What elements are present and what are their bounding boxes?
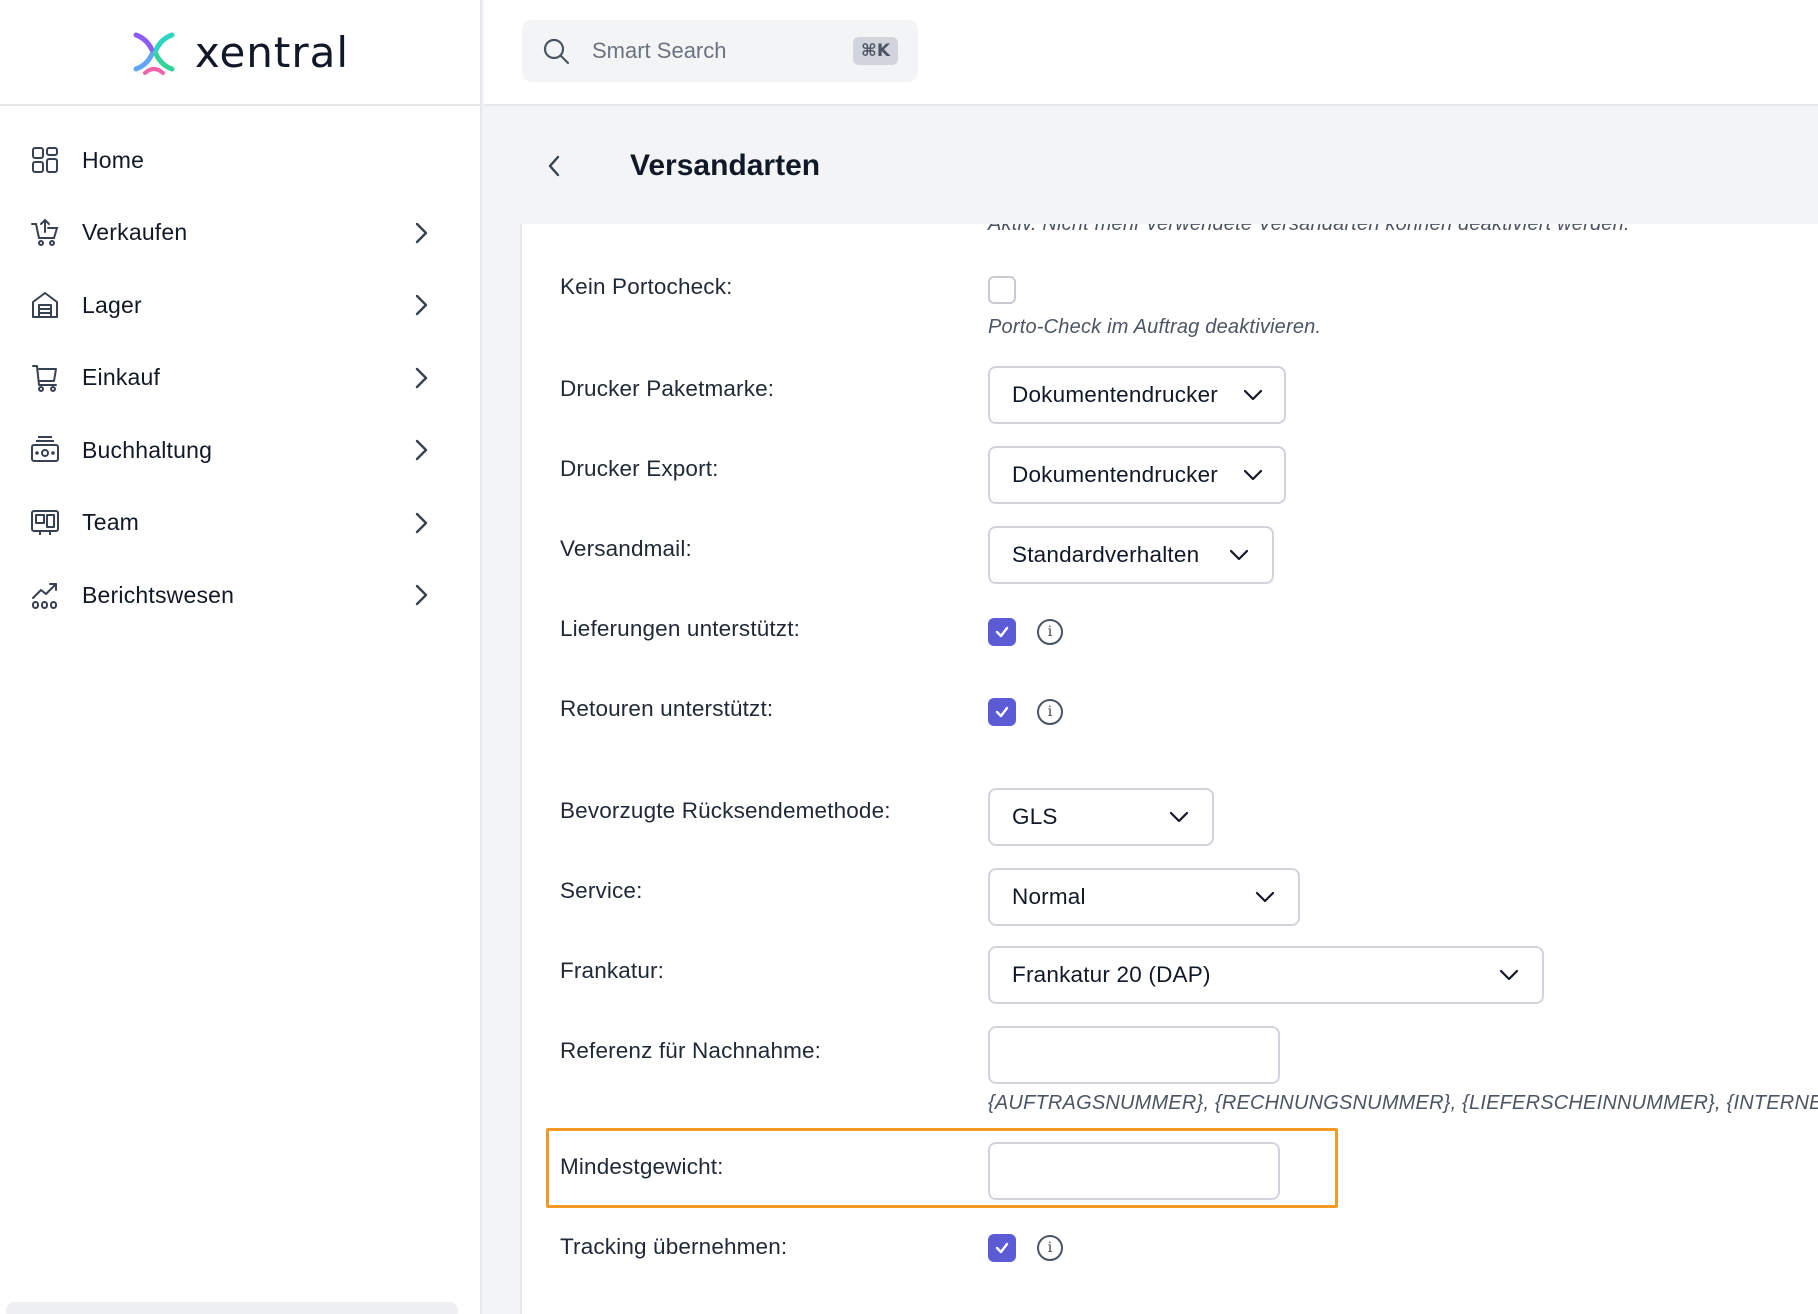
- info-icon[interactable]: i: [1037, 619, 1063, 645]
- search-icon: [542, 37, 570, 65]
- back-chevron-icon[interactable]: [534, 146, 574, 186]
- lieferungen-label: Lieferungen unterstützt:: [560, 616, 801, 641]
- page-title: Versandarten: [630, 149, 821, 182]
- drucker-paketmarke-select[interactable]: Dokumentendrucker: [988, 366, 1286, 424]
- retouren-checkbox[interactable]: [988, 698, 1016, 726]
- sidebar-item-verkaufen[interactable]: Verkaufen: [0, 197, 480, 270]
- check-icon: [995, 1242, 1009, 1254]
- chevron-down-icon: [1168, 806, 1190, 828]
- sidebar: xentral Home Verkaufen Lager Einkauf Buc…: [0, 0, 482, 1314]
- drucker-paketmarke-label: Drucker Paketmarke:: [560, 376, 775, 401]
- aktiv-help-text: Aktiv. Nicht mehr verwendete Versandarte…: [988, 224, 1630, 235]
- chevron-right-icon: [410, 294, 432, 316]
- warehouse-icon: [30, 290, 60, 320]
- frankatur-select[interactable]: Frankatur 20 (DAP): [988, 946, 1544, 1004]
- sidebar-item-label: Einkauf: [82, 364, 161, 391]
- info-icon[interactable]: i: [1037, 1235, 1063, 1261]
- topbar: Smart Search ⌘K: [484, 0, 1818, 106]
- page-header: Versandarten: [484, 108, 1818, 224]
- chevron-down-icon: [1254, 886, 1276, 908]
- ruecksendemethode-select[interactable]: GLS: [988, 788, 1214, 846]
- sidebar-item-label: Buchhaltung: [82, 436, 213, 463]
- sidebar-item-home[interactable]: Home: [0, 124, 480, 197]
- chevron-right-icon: [410, 439, 432, 461]
- select-value: Dokumentendrucker: [1012, 462, 1218, 487]
- sidebar-item-lager[interactable]: Lager: [0, 269, 480, 342]
- lieferungen-checkbox[interactable]: [988, 618, 1016, 646]
- sidebar-item-einkauf[interactable]: Einkauf: [0, 342, 480, 415]
- select-value: GLS: [1012, 804, 1058, 829]
- sidebar-item-buchhaltung[interactable]: Buchhaltung: [0, 414, 480, 487]
- ruecksendemethode-label: Bevorzugte Rücksendemethode:: [560, 798, 891, 823]
- grid-icon: [30, 145, 60, 175]
- mindestgewicht-label: Mindestgewicht:: [560, 1154, 724, 1179]
- check-icon: [995, 626, 1009, 638]
- select-value: Normal: [1012, 884, 1086, 909]
- sidebar-item-label: Home: [82, 146, 145, 173]
- service-select[interactable]: Normal: [988, 868, 1300, 926]
- brand-header: xentral: [0, 0, 480, 106]
- tracking-checkbox[interactable]: [988, 1234, 1016, 1262]
- info-icon[interactable]: i: [1037, 699, 1063, 725]
- sidebar-item-label: Berichtswesen: [82, 581, 235, 608]
- sidebar-item-berichtswesen[interactable]: Berichtswesen: [0, 559, 480, 632]
- chevron-down-icon: [1242, 384, 1264, 406]
- cash-register-icon: [30, 435, 60, 465]
- referenz-help: {AUFTRAGSNUMMER}, {RECHNUNGSNUMMER}, {LI…: [988, 1092, 1818, 1114]
- referenz-label: Referenz für Nachnahme:: [560, 1038, 822, 1063]
- drucker-export-label: Drucker Export:: [560, 456, 719, 481]
- kein-portocheck-checkbox[interactable]: [988, 276, 1016, 304]
- chart-growth-icon: [30, 580, 60, 610]
- service-label: Service:: [560, 878, 643, 903]
- search-placeholder: Smart Search: [592, 38, 727, 63]
- versandmail-select[interactable]: Standardverhalten: [988, 526, 1274, 584]
- chevron-down-icon: [1228, 544, 1250, 566]
- select-value: Dokumentendrucker: [1012, 382, 1218, 407]
- select-value: Frankatur 20 (DAP): [1012, 962, 1211, 987]
- chevron-down-icon: [1242, 464, 1264, 486]
- referenz-input[interactable]: [988, 1026, 1280, 1084]
- smart-search-input[interactable]: Smart Search ⌘K: [522, 20, 918, 82]
- sidebar-scrollbar[interactable]: [6, 1302, 458, 1314]
- brand-wordmark[interactable]: xentral: [195, 28, 349, 77]
- purchase-cart-icon: [30, 363, 60, 393]
- chevron-right-icon: [410, 222, 432, 244]
- check-icon: [995, 706, 1009, 718]
- sidebar-item-label: Lager: [82, 291, 142, 318]
- kein-portocheck-help: Porto-Check im Auftrag deaktivieren.: [988, 316, 1322, 338]
- kein-portocheck-label: Kein Portocheck:: [560, 274, 733, 299]
- versandmail-label: Versandmail:: [560, 536, 692, 561]
- sidebar-item-label: Verkaufen: [82, 219, 188, 246]
- chevron-right-icon: [410, 584, 432, 606]
- tracking-label: Tracking übernehmen:: [560, 1234, 788, 1259]
- cart-upload-icon: [30, 218, 60, 248]
- chevron-right-icon: [410, 367, 432, 389]
- chevron-right-icon: [410, 512, 432, 534]
- mindestgewicht-input[interactable]: [988, 1142, 1280, 1200]
- chevron-down-icon: [1498, 964, 1520, 986]
- drucker-export-select[interactable]: Dokumentendrucker: [988, 446, 1286, 504]
- search-shortcut-badge: ⌘K: [853, 37, 898, 65]
- xentral-logo-icon[interactable]: [131, 29, 177, 75]
- form-panel: Aktiv. Nicht mehr verwendete Versandarte…: [520, 224, 1818, 1314]
- sidebar-item-team[interactable]: Team: [0, 487, 480, 560]
- select-value: Standardverhalten: [1012, 542, 1200, 567]
- frankatur-label: Frankatur:: [560, 958, 665, 983]
- sidebar-nav: Home Verkaufen Lager Einkauf Buchhaltung…: [0, 106, 480, 632]
- team-board-icon: [30, 508, 60, 538]
- sidebar-item-label: Team: [82, 509, 140, 536]
- retouren-label: Retouren unterstützt:: [560, 696, 774, 721]
